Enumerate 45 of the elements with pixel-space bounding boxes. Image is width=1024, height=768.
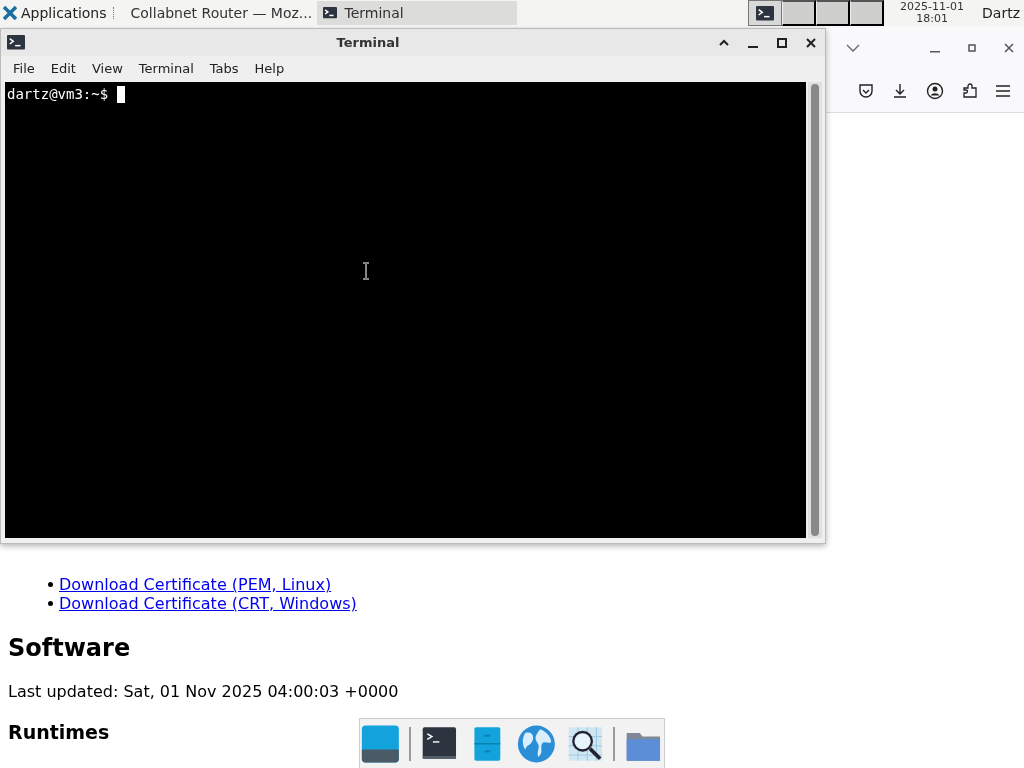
bullet-icon: [48, 601, 53, 606]
menu-item[interactable]: Tabs: [201, 60, 247, 76]
menu-icon[interactable]: [996, 85, 1010, 97]
close-icon[interactable]: [1004, 43, 1014, 53]
pocket-icon[interactable]: [858, 83, 874, 99]
taskbar-button[interactable]: Terminal: [316, 1, 517, 25]
terminal-screen[interactable]: dartz@vm3:~$: [5, 82, 806, 538]
maximize-icon: [777, 37, 787, 48]
download-icon[interactable]: [892, 83, 908, 99]
clock-time: 18:01: [916, 13, 948, 25]
menu-item[interactable]: View: [83, 60, 131, 76]
terminal-icon: [7, 35, 25, 50]
menu-item[interactable]: Help: [246, 60, 293, 76]
workspace-button[interactable]: [816, 0, 851, 26]
menu-item[interactable]: Edit: [42, 60, 84, 76]
workspace-button[interactable]: [782, 0, 817, 26]
section-heading: Runtimes: [8, 720, 110, 744]
close-icon: [806, 37, 816, 48]
menu-item[interactable]: Terminal: [130, 60, 202, 76]
workspace-button[interactable]: [748, 0, 783, 26]
window-title: Terminal: [335, 35, 401, 50]
account-icon[interactable]: [926, 82, 944, 100]
minimize-icon: [748, 45, 758, 48]
shell-prompt: dartz@vm3:~$: [7, 85, 109, 103]
i-beam-cursor-icon: [362, 262, 370, 280]
user-name[interactable]: Dartz: [980, 5, 1024, 21]
applications-menu-button[interactable]: Applications: [0, 0, 111, 26]
drag-handle-icon[interactable]: [112, 7, 117, 19]
terminal-icon: [322, 7, 337, 19]
page-heading: Software: [8, 633, 132, 663]
menu-item[interactable]: File: [5, 60, 43, 76]
caret-up-icon: [719, 39, 729, 46]
terminal-icon: [756, 5, 775, 21]
download-link[interactable]: Download Certificate (PEM, Linux): [59, 575, 332, 594]
maximize-icon[interactable]: [968, 44, 976, 52]
workspace-button[interactable]: [850, 0, 885, 26]
scrollbar[interactable]: [808, 82, 822, 538]
clock-date: 2025-11-01: [900, 1, 964, 13]
puzzle-icon[interactable]: [962, 83, 978, 99]
bullet-icon: [48, 582, 53, 587]
text-cursor: [117, 85, 126, 103]
download-link[interactable]: Download Certificate (CRT, Windows): [59, 594, 357, 613]
x-logo-icon: [2, 5, 18, 21]
last-updated-text: Last updated: Sat, 01 Nov 2025 04:00:03 +0000: [8, 682, 400, 702]
chevron-down-icon[interactable]: [846, 44, 860, 52]
